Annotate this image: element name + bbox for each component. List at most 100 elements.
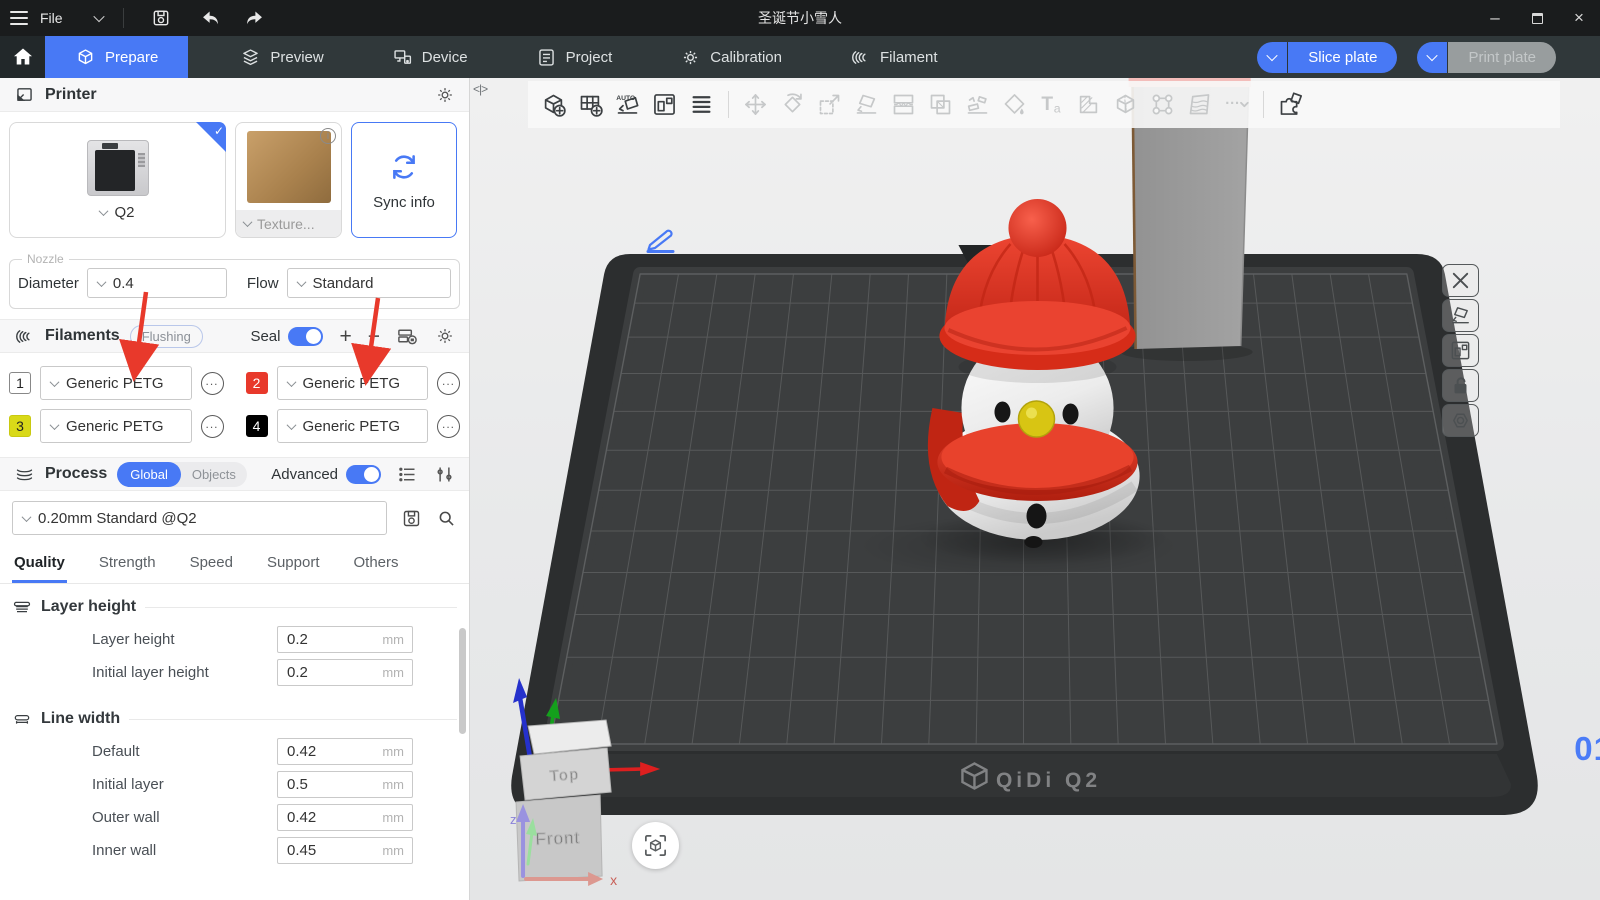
filament-4-select[interactable]: Generic PETG — [277, 409, 429, 443]
boolean-icon[interactable] — [1108, 85, 1143, 125]
filament-3-menu-icon[interactable]: ... — [201, 415, 224, 438]
tab-prepare[interactable]: Prepare — [45, 36, 188, 78]
tune-icon[interactable] — [434, 464, 455, 485]
panel-scrollbar[interactable] — [459, 628, 466, 734]
filament-4-menu-icon[interactable]: ... — [437, 415, 460, 438]
auto-orient-plate-icon[interactable] — [1442, 299, 1479, 332]
printer-settings-gear-icon[interactable] — [435, 85, 455, 105]
add-plate-icon[interactable] — [573, 85, 608, 125]
modifier-icon[interactable] — [1071, 85, 1106, 125]
more-icon[interactable]: ··· — [1219, 85, 1254, 125]
merge-icon[interactable] — [923, 85, 958, 125]
save-preset-icon[interactable] — [401, 508, 422, 529]
sync-info-button[interactable]: Sync info — [351, 122, 457, 238]
preset-select[interactable]: 0.20mm Standard @Q2 — [12, 501, 387, 535]
flushing-button[interactable]: Flushing — [130, 325, 203, 348]
redo-button[interactable] — [238, 3, 272, 33]
save-button[interactable] — [144, 3, 178, 33]
assembly-icon[interactable] — [1273, 85, 1308, 125]
viewport-3d[interactable]: QiDi Q2 — [470, 78, 1600, 900]
diameter-select[interactable]: 0.4 — [87, 268, 227, 298]
print-plate-button[interactable]: Print plate — [1448, 42, 1556, 73]
filament-2-select[interactable]: Generic PETG — [277, 366, 429, 400]
rotate-icon[interactable] — [775, 85, 810, 125]
lay-on-face-icon[interactable] — [849, 85, 884, 125]
advanced-toggle[interactable] — [346, 465, 381, 484]
maximize-button[interactable] — [1516, 0, 1558, 36]
snowman-button — [1026, 504, 1046, 529]
minimize-button[interactable]: – — [1474, 0, 1516, 36]
add-object-icon[interactable] — [536, 85, 571, 125]
line-width-initial-input[interactable]: mm — [277, 771, 413, 798]
line-width-inner-wall-input[interactable]: mm — [277, 837, 413, 864]
printer-model-select[interactable]: Q2 — [100, 204, 134, 221]
tab-project[interactable]: Project — [510, 36, 639, 78]
color-paint-icon[interactable] — [997, 85, 1032, 125]
edit-plate-name-pencil-icon[interactable] — [642, 224, 678, 259]
scope-global[interactable]: Global — [117, 462, 181, 487]
scope-objects[interactable]: Objects — [181, 462, 247, 487]
flow-select[interactable]: Standard — [287, 268, 451, 298]
arrange-icon[interactable] — [647, 85, 682, 125]
segmentation-icon[interactable] — [1145, 85, 1180, 125]
split-objects-icon[interactable] — [684, 85, 719, 125]
auto-orient-icon[interactable]: AUTO — [610, 85, 645, 125]
tab-quality[interactable]: Quality — [12, 547, 67, 583]
plate-tools — [1442, 264, 1479, 437]
build-plate-card[interactable]: i Texture... — [235, 122, 342, 238]
panel-collapse-handle[interactable]: <|> — [473, 82, 487, 96]
variable-layer-height-icon[interactable] — [1182, 85, 1217, 125]
fit-view-button[interactable] — [632, 822, 679, 869]
print-options-chevron[interactable] — [1417, 42, 1448, 73]
seal-toggle[interactable] — [288, 327, 323, 346]
scope-toggle[interactable]: Global Objects — [117, 462, 247, 487]
cut-icon[interactable] — [886, 85, 921, 125]
menu-icon[interactable] — [10, 11, 28, 25]
filament-3-select[interactable]: Generic PETG — [40, 409, 192, 443]
initial-layer-height-input[interactable]: mm — [277, 659, 413, 686]
support-paint-icon[interactable] — [960, 85, 995, 125]
line-width-outer-wall-input[interactable]: mm — [277, 804, 413, 831]
move-icon[interactable] — [738, 85, 773, 125]
home-button[interactable] — [0, 36, 45, 78]
tab-strength[interactable]: Strength — [97, 547, 158, 583]
process-section-header: Process Global Objects Advanced — [0, 457, 469, 491]
tab-speed[interactable]: Speed — [188, 547, 235, 583]
lock-plate-icon[interactable] — [1442, 369, 1479, 402]
plate-type-select[interactable]: Texture... — [236, 210, 341, 237]
setting-row: Initial layer height mm — [0, 656, 469, 689]
delete-plate-icon[interactable] — [1442, 264, 1479, 297]
view-cube-front-label: Front — [535, 828, 580, 849]
settings-list-icon[interactable] — [397, 464, 418, 485]
file-menu[interactable]: File — [40, 10, 63, 26]
tab-filament[interactable]: Filament — [824, 36, 964, 78]
filament-settings-gear-icon[interactable] — [435, 326, 455, 346]
arrange-plate-icon[interactable] — [1442, 334, 1479, 367]
tab-calibration[interactable]: Calibration — [654, 36, 808, 78]
ams-sync-icon[interactable] — [396, 325, 419, 348]
close-button[interactable]: × — [1558, 0, 1600, 36]
printer-model-card[interactable]: ✓ Q2 — [9, 122, 226, 238]
filament-2-menu-icon[interactable]: ... — [437, 372, 460, 395]
slice-plate-button[interactable]: Slice plate — [1288, 42, 1397, 73]
undo-button[interactable] — [194, 3, 228, 33]
remove-filament-button[interactable]: − — [368, 326, 380, 347]
text-icon[interactable]: Ta — [1034, 85, 1069, 125]
add-filament-button[interactable]: + — [339, 326, 351, 347]
line-width-default-input[interactable]: mm — [277, 738, 413, 765]
scale-icon[interactable] — [812, 85, 847, 125]
search-preset-icon[interactable] — [436, 508, 457, 529]
plate-settings-icon[interactable] — [1442, 404, 1479, 437]
layer-height-input[interactable]: mm — [277, 626, 413, 653]
tab-others[interactable]: Others — [352, 547, 401, 583]
filament-1-menu-icon[interactable]: ... — [201, 372, 224, 395]
plate-info-icon[interactable]: i — [320, 128, 336, 144]
filament-1-select[interactable]: Generic PETG — [40, 366, 192, 400]
tab-device[interactable]: Device — [366, 36, 494, 78]
layer-height-group-header: Layer height — [0, 584, 469, 623]
line-width-group-header: Line width — [0, 689, 469, 735]
tab-support[interactable]: Support — [265, 547, 322, 583]
tab-preview[interactable]: Preview — [214, 36, 349, 78]
slice-options-chevron[interactable] — [1257, 42, 1288, 73]
file-menu-chevron-icon[interactable] — [95, 9, 103, 27]
